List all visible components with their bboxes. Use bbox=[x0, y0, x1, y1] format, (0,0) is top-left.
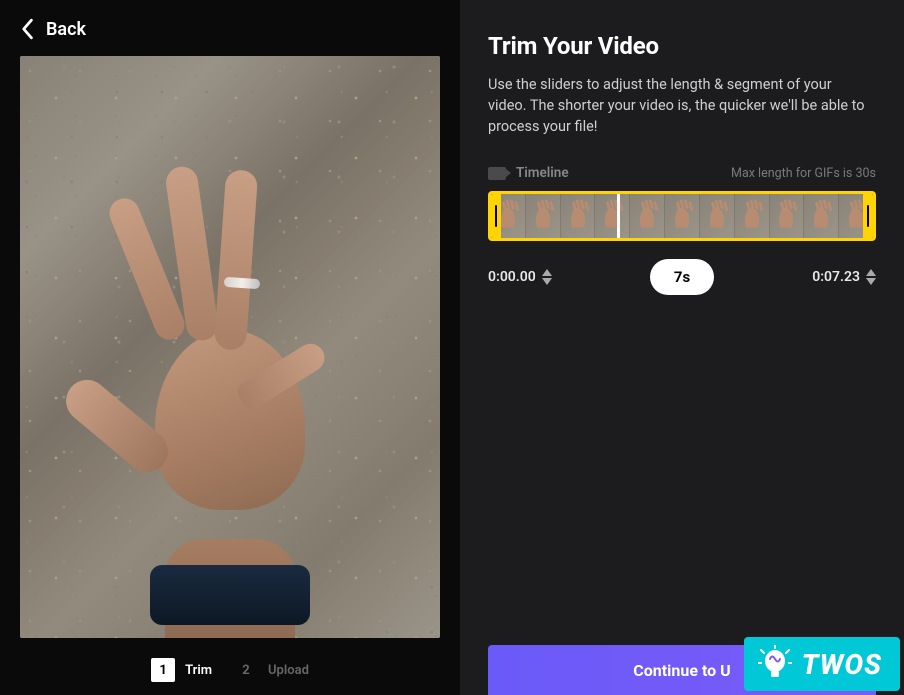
step-bar: 1 Trim 2 Upload bbox=[0, 655, 460, 695]
playhead[interactable] bbox=[617, 192, 620, 240]
chevron-up-icon[interactable] bbox=[542, 269, 552, 276]
duration-pill: 7s bbox=[650, 259, 714, 295]
trim-handle-start[interactable] bbox=[491, 194, 501, 238]
timeline-track[interactable] bbox=[488, 191, 876, 241]
left-panel: Back 1 Trim bbox=[0, 0, 460, 695]
timeline-frame bbox=[804, 194, 839, 238]
timeline-frame bbox=[561, 194, 596, 238]
start-time-stepper bbox=[542, 269, 552, 285]
chevron-down-icon[interactable] bbox=[866, 278, 876, 285]
trim-handle-end[interactable] bbox=[863, 194, 873, 238]
step-label-trim: Trim bbox=[185, 663, 212, 678]
continue-label: Continue to U bbox=[633, 661, 730, 680]
timeline-header: Timeline Max length for GIFs is 30s bbox=[488, 165, 876, 181]
start-time-value: 0:00.00 bbox=[488, 269, 536, 285]
end-time-value: 0:07.23 bbox=[812, 269, 860, 285]
chevron-left-icon bbox=[20, 18, 34, 40]
step-upload[interactable]: 2 Upload bbox=[234, 658, 309, 682]
description-text: Use the sliders to adjust the length & s… bbox=[488, 74, 868, 137]
chevron-down-icon[interactable] bbox=[542, 278, 552, 285]
end-time-control: 0:07.23 bbox=[812, 269, 876, 285]
timeline-frame bbox=[665, 194, 700, 238]
back-label: Back bbox=[46, 19, 86, 40]
timeline-frame bbox=[526, 194, 561, 238]
end-time-stepper bbox=[866, 269, 876, 285]
timeline-frame bbox=[595, 194, 630, 238]
timeline-frame bbox=[630, 194, 665, 238]
timeline-frame bbox=[770, 194, 805, 238]
timeline-frame bbox=[735, 194, 770, 238]
step-number-1: 1 bbox=[151, 658, 175, 682]
right-panel: Trim Your Video Use the sliders to adjus… bbox=[460, 0, 904, 695]
video-camera-icon bbox=[488, 167, 506, 180]
step-trim[interactable]: 1 Trim bbox=[151, 658, 212, 682]
timeline-label: Timeline bbox=[516, 165, 569, 181]
max-length-note: Max length for GIFs is 30s bbox=[731, 166, 876, 181]
chevron-up-icon[interactable] bbox=[866, 269, 876, 276]
lightbulb-icon bbox=[758, 645, 792, 683]
watermark-badge: TWOS bbox=[744, 637, 901, 691]
start-time-control: 0:00.00 bbox=[488, 269, 552, 285]
watermark-text: TWOS bbox=[802, 648, 883, 681]
back-button[interactable]: Back bbox=[0, 0, 460, 56]
page-title: Trim Your Video bbox=[488, 32, 876, 60]
step-label-upload: Upload bbox=[268, 663, 309, 678]
time-controls: 0:00.00 7s 0:07.23 bbox=[488, 259, 876, 295]
video-preview-frame[interactable] bbox=[20, 56, 440, 638]
timeline-frame bbox=[700, 194, 735, 238]
step-number-2: 2 bbox=[234, 658, 258, 682]
video-preview bbox=[0, 56, 460, 655]
